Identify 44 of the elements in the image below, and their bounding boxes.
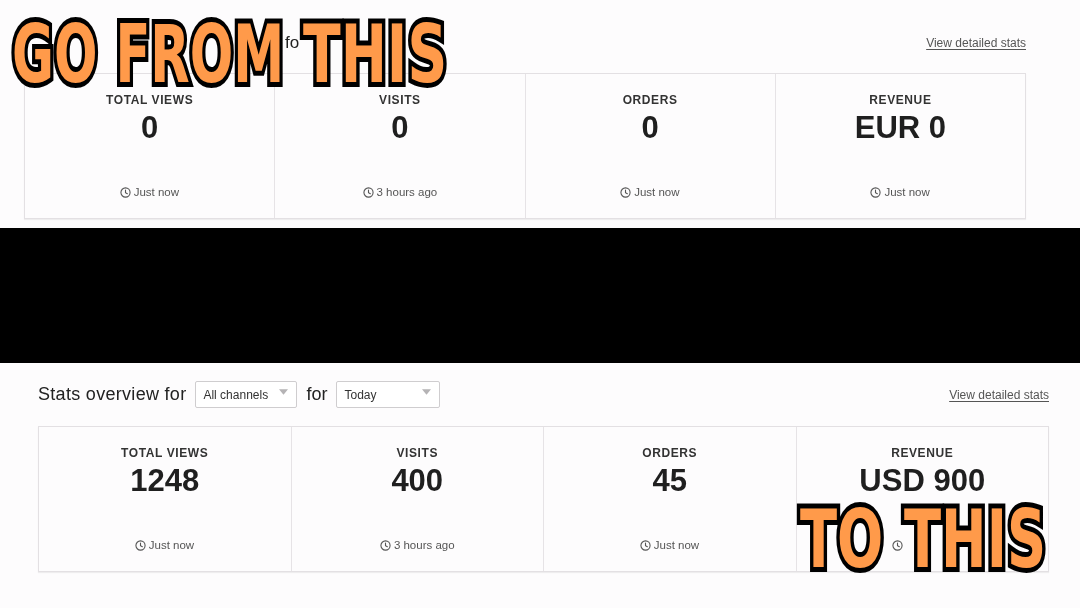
clock-icon [362, 186, 374, 198]
stat-value: 45 [652, 463, 687, 499]
heading-text: for [306, 384, 328, 405]
updated-time: 3 hours ago [376, 185, 438, 199]
period-select[interactable]: Today [336, 381, 441, 408]
stat-value: 1248 [130, 463, 200, 499]
stat-label: ORDERS [642, 446, 698, 460]
clock-icon [620, 186, 632, 198]
updated-time: Just now [148, 538, 195, 552]
clock-icon [870, 186, 882, 198]
caret-icon [279, 388, 289, 395]
stat-value: 0 [391, 110, 409, 146]
stat-label: TOTAL VIEWS [106, 93, 194, 107]
heading-fragment: fo [285, 33, 300, 53]
updated-time: 3 hours ago [393, 538, 455, 552]
stat-value: 0 [641, 110, 659, 146]
detailed-stats-link[interactable]: View detailed stats [949, 387, 1049, 402]
caret-icon [422, 388, 432, 395]
detailed-stats-link[interactable]: View detailed stats [926, 36, 1026, 50]
clock-icon [379, 539, 391, 551]
clock-icon [639, 539, 651, 551]
overlay-caption: TO [800, 509, 884, 571]
stat-label: VISITS [396, 446, 439, 460]
stat-label: REVENUE [869, 93, 932, 107]
updated-time: Just now [634, 185, 680, 199]
stat-value: 0 [141, 110, 159, 146]
channel-select[interactable]: All channels [195, 381, 298, 408]
clock-icon [892, 539, 904, 551]
stat-value: USD 900 [859, 463, 986, 499]
overlay-caption: THIS [904, 509, 1047, 571]
stat-label: REVENUE [891, 446, 954, 460]
clock-icon [119, 186, 131, 198]
overlay-caption: THIS [303, 24, 448, 86]
overlay-caption: GO FROM [12, 24, 285, 86]
clock-icon [134, 539, 146, 551]
stat-value: 400 [391, 463, 444, 499]
updated-time: Just now [133, 185, 179, 199]
stat-label: VISITS [379, 93, 421, 107]
stat-label: TOTAL VIEWS [121, 446, 209, 460]
stat-value: EUR 0 [854, 110, 947, 146]
updated-time: Just now [653, 538, 700, 552]
stat-label: ORDERS [622, 93, 678, 107]
updated-time: Just now [884, 185, 930, 199]
stats-heading: Stats overview for [38, 384, 187, 405]
